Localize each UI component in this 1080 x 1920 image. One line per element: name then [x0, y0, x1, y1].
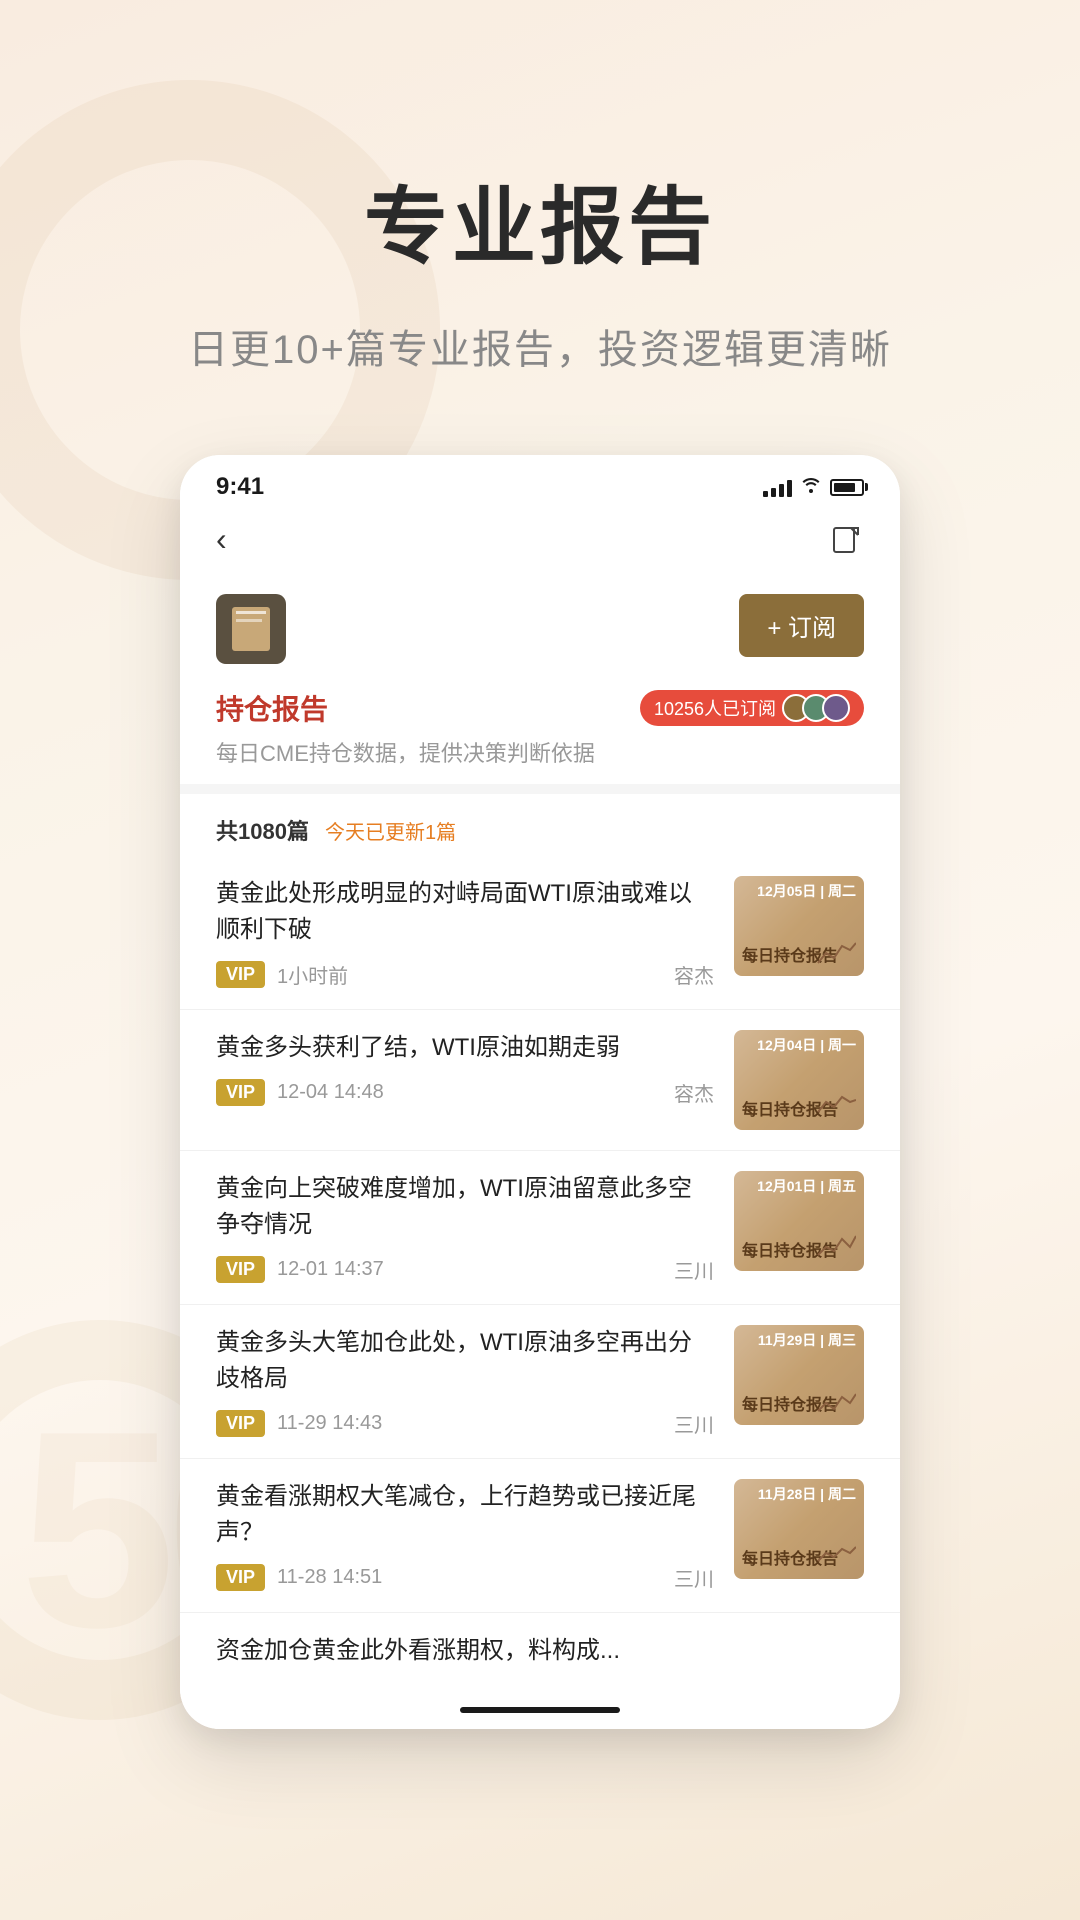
article-title-6: 资金加仓黄金此外看涨期权，料构成...	[216, 1633, 864, 1669]
thumb-bg-5: 11月28日 | 周二 每日持仓报告	[734, 1479, 864, 1579]
thumb-bg-4: 11月29日 | 周三 每日持仓报告	[734, 1325, 864, 1425]
count-number: 1080	[238, 819, 287, 844]
thumb-date-4: 11月29日 | 周三	[758, 1331, 856, 1349]
article-content-1: 黄金此处形成明显的对峙局面WTI原油或难以顺利下破 VIP 1小时前 容杰	[216, 876, 714, 989]
battery-icon	[830, 479, 864, 496]
article-time-2: 12-04 14:48	[277, 1081, 384, 1104]
article-author-2: 容杰	[674, 1078, 714, 1107]
article-time-3: 12-01 14:37	[277, 1258, 384, 1281]
report-description: 每日CME持仓数据，提供决策判断依据	[216, 736, 864, 768]
article-content-2: 黄金多头获利了结，WTI原油如期走弱 VIP 12-04 14:48 容杰	[216, 1030, 714, 1107]
thumb-date-2: 12月04日 | 周一	[757, 1036, 856, 1054]
article-thumb-2: 12月04日 | 周一 每日持仓报告	[734, 1030, 864, 1130]
thumb-chart-2	[816, 1092, 856, 1122]
list-item[interactable]: 黄金多头获利了结，WTI原油如期走弱 VIP 12-04 14:48 容杰 12…	[180, 1010, 900, 1151]
meta-left-5: VIP 11-28 14:51	[216, 1564, 382, 1591]
article-thumb-1: 12月05日 | 周二 每日持仓报告	[734, 876, 864, 976]
article-title-3: 黄金向上突破难度增加，WTI原油留意此多空争夺情况	[216, 1171, 714, 1243]
article-content-3: 黄金向上突破难度增加，WTI原油留意此多空争夺情况 VIP 12-01 14:3…	[216, 1171, 714, 1284]
vip-badge-5: VIP	[216, 1564, 265, 1591]
article-title-4: 黄金多头大笔加仓此处，WTI原油多空再出分歧格局	[216, 1325, 714, 1397]
thumb-date-1: 12月05日 | 周二	[757, 882, 856, 900]
section-divider	[180, 784, 900, 794]
thumb-date-5: 11月28日 | 周二	[758, 1485, 856, 1503]
article-author-1: 容杰	[674, 960, 714, 989]
list-item[interactable]: 资金加仓黄金此外看涨期权，料构成...	[180, 1613, 900, 1691]
meta-left-2: VIP 12-04 14:48	[216, 1079, 384, 1106]
report-icon	[216, 594, 286, 664]
article-time-4: 11-29 14:43	[277, 1412, 382, 1435]
report-info: 持仓报告 10256人已订阅 每日CME持仓数据，提供决策判断依据	[180, 680, 900, 784]
article-title-2: 黄金多头获利了结，WTI原油如期走弱	[216, 1030, 714, 1066]
vip-badge-1: VIP	[216, 961, 265, 988]
article-title-5: 黄金看涨期权大笔减仓，上行趋势或已接近尾声？	[216, 1479, 714, 1551]
thumb-chart-5	[816, 1541, 856, 1571]
page-content: 专业报告 日更10+篇专业报告，投资逻辑更清晰 9:41	[0, 0, 1080, 1729]
article-author-5: 三川	[674, 1563, 714, 1592]
articles-update: 今天已更新1篇	[325, 816, 456, 845]
back-button[interactable]: ‹	[216, 521, 227, 558]
subscriber-count: 10256人已订阅	[654, 695, 776, 721]
phone-mockup: 9:41 ‹	[180, 455, 900, 1729]
article-content-4: 黄金多头大笔加仓此处，WTI原油多空再出分歧格局 VIP 11-29 14:43…	[216, 1325, 714, 1438]
article-meta-4: VIP 11-29 14:43 三川	[216, 1409, 714, 1438]
status-bar: 9:41	[180, 455, 900, 511]
signal-icon	[763, 477, 792, 497]
subscriber-avatars	[782, 694, 850, 722]
subscribe-button[interactable]: + 订阅	[739, 594, 864, 657]
thumb-chart-1	[816, 938, 856, 968]
report-name-row: 持仓报告 10256人已订阅	[216, 688, 864, 728]
thumb-chart-4	[816, 1387, 856, 1417]
article-thumb-4: 11月29日 | 周三 每日持仓报告	[734, 1325, 864, 1425]
article-thumb-3: 12月01日 | 周五 每日持仓报告	[734, 1171, 864, 1271]
article-author-4: 三川	[674, 1409, 714, 1438]
home-indicator	[460, 1707, 620, 1713]
articles-count: 共1080篇	[216, 814, 309, 846]
subscriber-badge: 10256人已订阅	[640, 690, 864, 726]
nav-bar: ‹	[180, 511, 900, 574]
article-meta-2: VIP 12-04 14:48 容杰	[216, 1078, 714, 1107]
meta-left-1: VIP 1小时前	[216, 960, 348, 989]
article-meta-3: VIP 12-01 14:37 三川	[216, 1255, 714, 1284]
article-thumb-5: 11月28日 | 周二 每日持仓报告	[734, 1479, 864, 1579]
page-title: 专业报告	[364, 160, 716, 281]
articles-header: 共1080篇 今天已更新1篇	[180, 794, 900, 856]
list-item[interactable]: 黄金向上突破难度增加，WTI原油留意此多空争夺情况 VIP 12-01 14:3…	[180, 1151, 900, 1305]
list-item[interactable]: 黄金多头大笔加仓此处，WTI原油多空再出分歧格局 VIP 11-29 14:43…	[180, 1305, 900, 1459]
count-label-total: 共	[216, 819, 238, 844]
vip-badge-4: VIP	[216, 1410, 265, 1437]
report-name: 持仓报告	[216, 688, 328, 728]
article-time-1: 1小时前	[277, 960, 348, 989]
report-icon-doc	[232, 607, 270, 651]
avatar-3	[822, 694, 850, 722]
list-item[interactable]: 黄金此处形成明显的对峙局面WTI原油或难以顺利下破 VIP 1小时前 容杰 12…	[180, 856, 900, 1010]
article-meta-1: VIP 1小时前 容杰	[216, 960, 714, 989]
page-subtitle: 日更10+篇专业报告，投资逻辑更清晰	[188, 317, 892, 375]
wifi-icon	[800, 475, 822, 499]
count-unit: 篇	[287, 819, 309, 844]
article-content-5: 黄金看涨期权大笔减仓，上行趋势或已接近尾声？ VIP 11-28 14:51 三…	[216, 1479, 714, 1592]
thumb-bg-3: 12月01日 | 周五 每日持仓报告	[734, 1171, 864, 1271]
article-author-3: 三川	[674, 1255, 714, 1284]
article-title-1: 黄金此处形成明显的对峙局面WTI原油或难以顺利下破	[216, 876, 714, 948]
report-header: + 订阅	[180, 574, 900, 680]
article-meta-5: VIP 11-28 14:51 三川	[216, 1563, 714, 1592]
status-time: 9:41	[216, 473, 264, 501]
share-button[interactable]	[828, 522, 864, 558]
thumb-chart-3	[816, 1233, 856, 1263]
thumb-bg-2: 12月04日 | 周一 每日持仓报告	[734, 1030, 864, 1130]
vip-badge-2: VIP	[216, 1079, 265, 1106]
thumb-bg-1: 12月05日 | 周二 每日持仓报告	[734, 876, 864, 976]
status-icons	[763, 475, 864, 499]
meta-left-4: VIP 11-29 14:43	[216, 1410, 382, 1437]
bottom-bar	[180, 1691, 900, 1729]
article-time-5: 11-28 14:51	[277, 1566, 382, 1589]
list-item[interactable]: 黄金看涨期权大笔减仓，上行趋势或已接近尾声？ VIP 11-28 14:51 三…	[180, 1459, 900, 1613]
vip-badge-3: VIP	[216, 1256, 265, 1283]
thumb-date-3: 12月01日 | 周五	[757, 1177, 856, 1195]
meta-left-3: VIP 12-01 14:37	[216, 1256, 384, 1283]
